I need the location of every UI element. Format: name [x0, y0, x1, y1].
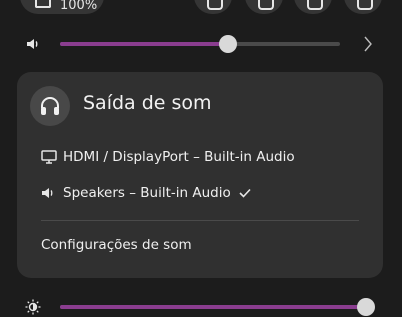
- lock-icon: [307, 0, 323, 10]
- monitor-icon: [41, 150, 57, 164]
- checkmark-icon: [239, 188, 251, 198]
- screenshot-button[interactable]: [194, 0, 232, 14]
- volume-row: [0, 34, 402, 54]
- lock-button[interactable]: [294, 0, 332, 14]
- speaker-icon: [42, 188, 53, 198]
- battery-button[interactable]: 100%: [20, 0, 104, 14]
- device-label: HDMI / DisplayPort – Built-in Audio: [63, 149, 295, 165]
- volume-slider[interactable]: [60, 35, 340, 53]
- chevron-right-icon[interactable]: [362, 35, 374, 53]
- headphones-icon-badge: [30, 86, 70, 126]
- brightness-icon: [25, 299, 41, 315]
- sound-output-menu: Saída de som HDMI / DisplayPort – Built-…: [17, 72, 383, 278]
- power-icon: [357, 0, 373, 10]
- sound-settings-link[interactable]: Configurações de som: [41, 237, 192, 253]
- battery-icon: [35, 0, 51, 8]
- power-button[interactable]: [344, 0, 382, 14]
- menu-divider: [41, 220, 359, 221]
- brightness-slider[interactable]: [60, 298, 375, 316]
- brightness-row: [0, 297, 402, 317]
- volume-slider-fill: [60, 42, 228, 46]
- device-label: Speakers – Built-in Audio: [63, 185, 231, 201]
- screenshot-icon: [207, 0, 223, 10]
- headphones-icon: [41, 97, 59, 115]
- gear-icon: [258, 0, 274, 10]
- brightness-slider-fill: [60, 305, 366, 309]
- device-item-speakers[interactable]: Speakers – Built-in Audio: [41, 181, 257, 205]
- device-item-hdmi[interactable]: HDMI / DisplayPort – Built-in Audio: [41, 145, 295, 169]
- speaker-icon[interactable]: [25, 36, 41, 52]
- battery-label: 100%: [60, 0, 98, 13]
- menu-title: Saída de som: [83, 92, 212, 114]
- volume-slider-knob[interactable]: [219, 35, 237, 53]
- settings-button[interactable]: [245, 0, 283, 14]
- brightness-slider-knob[interactable]: [357, 298, 375, 316]
